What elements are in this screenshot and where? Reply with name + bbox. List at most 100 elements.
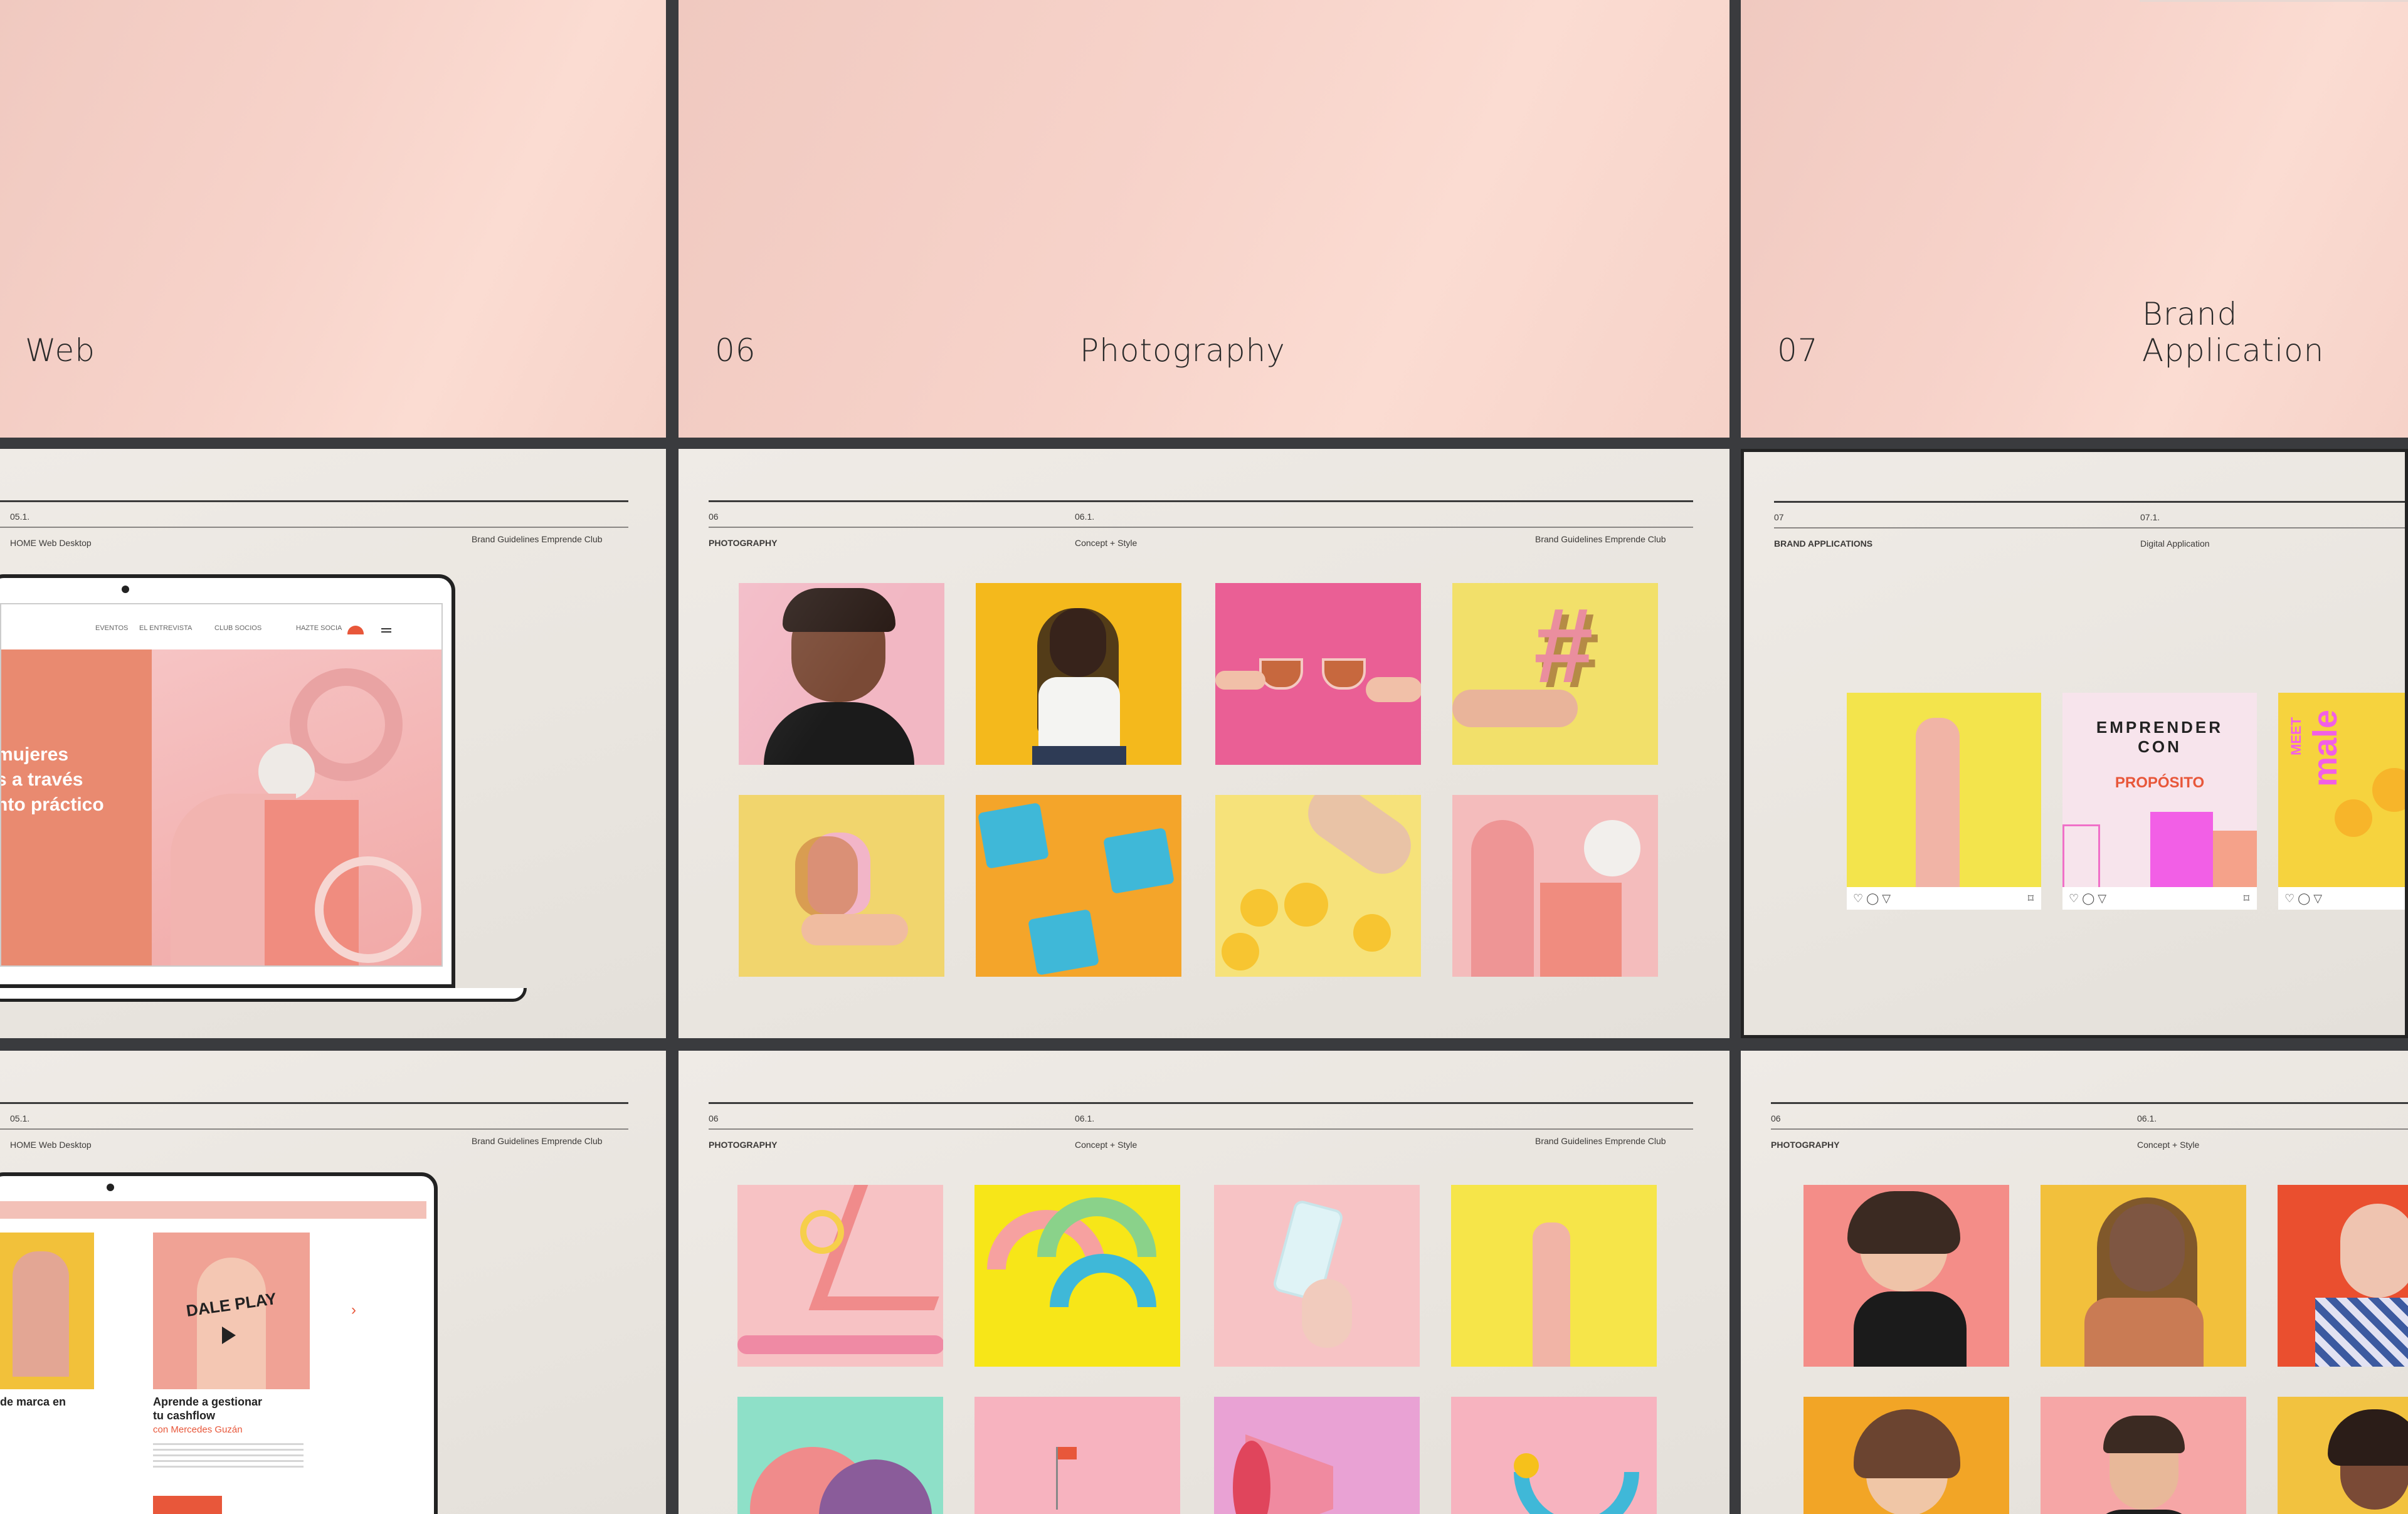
photo-lemons bbox=[1215, 795, 1421, 977]
section-number: 05.1. bbox=[10, 512, 30, 522]
portrait-overalls bbox=[2084, 1298, 2204, 1367]
photo-arch-sphere bbox=[1452, 795, 1658, 977]
arch bbox=[1050, 1254, 1156, 1307]
photo-cups-toast bbox=[1215, 583, 1421, 765]
play-icon[interactable] bbox=[222, 1327, 236, 1344]
card-image: DALE PLAY bbox=[153, 1233, 310, 1389]
bookmark-icon[interactable]: ⌑ bbox=[2028, 892, 2034, 905]
section-label: PHOTOGRAPHY bbox=[709, 538, 778, 548]
brand-label: Brand Guidelines Emprende Club bbox=[472, 534, 603, 544]
instagram-post[interactable]: ♡ ◯ ▽ ⌑ bbox=[1847, 693, 2041, 910]
hero-image bbox=[152, 649, 441, 965]
brand-label: Brand Guidelines Emprende Club bbox=[472, 1136, 603, 1146]
logo-mark bbox=[347, 626, 364, 634]
divider bbox=[1774, 501, 2405, 503]
hero-line: mujeres bbox=[0, 744, 69, 765]
card-body-text bbox=[153, 1443, 304, 1468]
nav-item[interactable]: EVENTOS bbox=[95, 624, 128, 632]
web-screen: EVENTOS EL ENTREVISTA CLUB SOCIOS HAZTE … bbox=[0, 603, 443, 967]
cat-shadow bbox=[795, 836, 858, 918]
slide-photography-1[interactable]: 06 06.1. PHOTOGRAPHY Concept + Style Bra… bbox=[679, 449, 1729, 1038]
slide-photography-3[interactable]: 06 06.1. PHOTOGRAPHY Concept + Style bbox=[1741, 1051, 2408, 1514]
post-image bbox=[1847, 693, 2041, 887]
hero-block: mujeres s a través nto práctico bbox=[0, 649, 152, 965]
slide-number: 06 bbox=[715, 332, 756, 369]
hashtag-icon: # bbox=[1534, 586, 1593, 705]
post-image: MEET male bbox=[2278, 693, 2405, 887]
slide-web-title[interactable]: Web bbox=[0, 0, 666, 438]
portrait-hair bbox=[1847, 1191, 1960, 1254]
photo-blue-arc bbox=[1451, 1397, 1657, 1514]
post-male-text: male bbox=[2306, 709, 2344, 787]
divider bbox=[709, 527, 1693, 528]
web-nav: EVENTOS EL ENTREVISTA CLUB SOCIOS HAZTE … bbox=[1, 604, 441, 649]
bookmark-icon[interactable]: ⌑ bbox=[2244, 892, 2249, 905]
hero-line: s a través bbox=[0, 769, 83, 790]
portrait-jeans bbox=[1032, 746, 1126, 765]
web-screen: de marca en DALE PLAY Aprende a gestiona… bbox=[0, 1201, 426, 1514]
divider bbox=[0, 500, 628, 502]
ball bbox=[1514, 1453, 1539, 1478]
slide-brand-applications[interactable]: 07 07.1. BRAND APPLICATIONS Digital Appl… bbox=[1741, 449, 2408, 1038]
slide-web-desktop-1[interactable]: 05.1. HOME Web Desktop Brand Guidelines … bbox=[0, 449, 666, 1038]
nav-item[interactable]: CLUB SOCIOS bbox=[214, 624, 261, 632]
divider bbox=[1771, 1102, 2408, 1104]
divider bbox=[1771, 1128, 2408, 1130]
hand bbox=[801, 914, 908, 945]
laptop-mockup: EVENTOS EL ENTREVISTA CLUB SOCIOS HAZTE … bbox=[0, 574, 455, 988]
laptop-base bbox=[0, 988, 527, 1002]
photo-raised-fist bbox=[1451, 1185, 1657, 1367]
portrait bbox=[13, 1251, 69, 1377]
portrait-top bbox=[764, 702, 914, 765]
lemon bbox=[1240, 889, 1278, 927]
portrait-hair bbox=[2103, 1416, 2185, 1453]
post-arc-text: EMPRENDER CON bbox=[2096, 718, 2224, 756]
cup bbox=[1259, 658, 1303, 690]
card-author[interactable]: con Mercedes Guzán bbox=[153, 1424, 243, 1435]
section-number: 05.1. bbox=[10, 1113, 30, 1123]
shape bbox=[2150, 812, 2213, 887]
card-title[interactable]: tu cashflow bbox=[153, 1409, 215, 1422]
divider bbox=[1774, 527, 2405, 528]
slide-web-desktop-2[interactable]: 05.1. HOME Web Desktop Brand Guidelines … bbox=[0, 1051, 666, 1514]
nav-item[interactable]: EL ENTREVISTA bbox=[139, 624, 192, 632]
card-title[interactable]: Aprende a gestionar bbox=[153, 1396, 262, 1409]
nav-item[interactable]: HAZTE SOCIA bbox=[296, 624, 342, 632]
post-action-icons[interactable]: ♡ ◯ ▽ bbox=[2284, 892, 2322, 905]
section-label: BRAND APPLICATIONS bbox=[1774, 539, 1873, 549]
post-meet-text: MEET bbox=[2288, 717, 2304, 755]
arch bbox=[1471, 820, 1534, 977]
calculator-icon bbox=[977, 802, 1050, 869]
post-action-icons[interactable]: ♡ ◯ ▽ bbox=[2069, 892, 2106, 905]
portrait bbox=[197, 1258, 266, 1389]
brand-label: Brand Guidelines Emprende Club bbox=[1535, 534, 1666, 544]
shape bbox=[2213, 831, 2257, 887]
slide-photography-title[interactable]: 06 Photography bbox=[679, 0, 1729, 438]
hero-headline: mujeres s a través nto práctico bbox=[0, 742, 104, 817]
instagram-post[interactable]: MEET male ♡ ◯ ▽ bbox=[2278, 693, 2405, 910]
next-arrow-icon[interactable]: › bbox=[351, 1301, 356, 1319]
post-action-icons[interactable]: ♡ ◯ ▽ bbox=[1853, 892, 1891, 905]
photo-colored-discs bbox=[737, 1397, 943, 1514]
divider bbox=[2140, 0, 2408, 2]
cta-button[interactable] bbox=[153, 1496, 222, 1514]
subsection-number: 06.1. bbox=[1075, 512, 1095, 522]
white-ball bbox=[258, 744, 315, 800]
divider bbox=[709, 1128, 1693, 1130]
presentation-grid: Web 06 Photography 07 Brand Application … bbox=[0, 0, 2408, 1514]
slide-title: Photography bbox=[1080, 332, 1286, 369]
divider bbox=[0, 1102, 628, 1104]
portrait-hair bbox=[2328, 1409, 2408, 1466]
slide-photography-2[interactable]: 06 06.1. PHOTOGRAPHY Concept + Style Bra… bbox=[679, 1051, 1729, 1514]
ring bbox=[800, 1210, 844, 1254]
raised-arm bbox=[1533, 1222, 1570, 1367]
menu-icon[interactable] bbox=[381, 628, 391, 629]
instagram-post[interactable]: EMPRENDER CON PROPÓSITO ♡ ◯ ▽ ⌑ bbox=[2062, 693, 2257, 910]
section-number: 06 bbox=[709, 1113, 719, 1123]
slide-brand-title[interactable]: 07 Brand Application bbox=[1741, 0, 2408, 438]
card-title[interactable]: de marca en bbox=[0, 1396, 66, 1409]
block bbox=[1540, 883, 1622, 977]
portrait-shirt bbox=[1038, 677, 1120, 752]
portrait-shirt bbox=[2315, 1298, 2408, 1367]
lemon bbox=[1222, 933, 1259, 970]
